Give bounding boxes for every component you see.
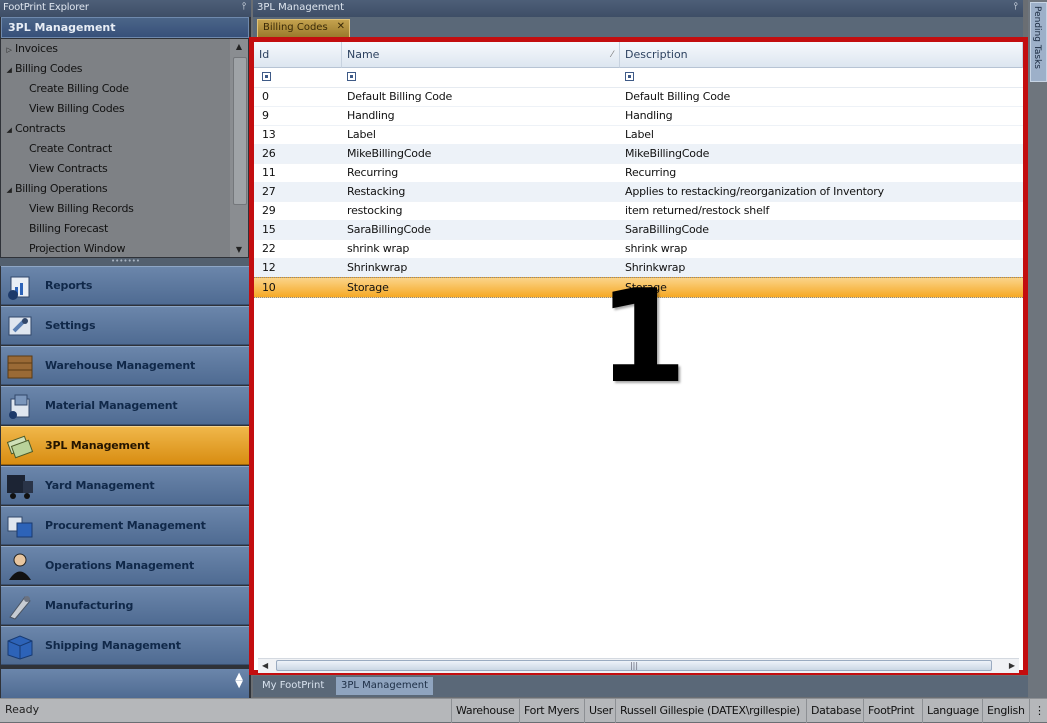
filter-description-icon[interactable]	[625, 72, 634, 81]
tree-item-billing-codes[interactable]: ◢ Billing Codes	[3, 59, 82, 79]
table-row[interactable]: 22 shrink wrap shrink wrap	[254, 239, 1023, 259]
filter-name-icon[interactable]	[347, 72, 356, 81]
column-header-description[interactable]: Description	[620, 42, 1023, 68]
tab-billing-codes[interactable]: Billing Codes ✕	[257, 19, 350, 37]
tab-my-footprint[interactable]: My FootPrint	[257, 677, 329, 695]
table-row[interactable]: 15 SaraBillingCode SaraBillingCode	[254, 220, 1023, 240]
nav-material-management[interactable]: Material Management	[1, 386, 249, 425]
status-language-value: English	[982, 699, 1029, 723]
nav-reports[interactable]: Reports	[1, 266, 249, 305]
document-tabstrip: Billing Codes ✕	[253, 17, 1023, 37]
status-warehouse-value: Fort Myers	[519, 699, 583, 723]
tree-item-view-billing-records[interactable]: View Billing Records	[29, 199, 134, 219]
explorer-title-bar: FootPrint Explorer ⫯	[0, 0, 251, 17]
pending-tasks-strip: Pending Tasks	[1028, 0, 1047, 698]
scroll-up-icon[interactable]: ▲	[230, 42, 248, 51]
collapse-arrow-icon[interactable]: ◢	[3, 180, 15, 200]
procurement-icon	[7, 516, 33, 538]
tree-scrollbar[interactable]: ▲ ▼	[230, 39, 248, 257]
shipping-icon	[7, 635, 33, 660]
section-header: 3PL Management	[1, 17, 249, 38]
tab-3pl-management[interactable]: 3PL Management	[336, 677, 434, 695]
tree-item-create-billing-code[interactable]: Create Billing Code	[29, 79, 129, 99]
tree-scroll-thumb[interactable]	[233, 57, 247, 205]
scroll-right-icon[interactable]: ▶	[1009, 659, 1015, 673]
status-user-label: User	[584, 699, 617, 723]
status-database-value: FootPrint	[863, 699, 918, 723]
panel-splitter[interactable]: •••••••	[0, 258, 251, 266]
explorer-title: FootPrint Explorer	[3, 2, 89, 13]
tree-item-view-contracts[interactable]: View Contracts	[29, 159, 108, 179]
nav-yard-management[interactable]: Yard Management	[1, 466, 249, 505]
tree-item-invoices[interactable]: ▷ Invoices	[3, 39, 58, 59]
3pl-icon	[6, 435, 34, 459]
main-title: 3PL Management	[257, 2, 345, 13]
table-row[interactable]: 27 Restacking Applies to restacking/reorga…	[254, 182, 1023, 202]
settings-icon	[8, 316, 32, 336]
material-icon	[9, 394, 30, 419]
operations-icon	[9, 553, 31, 580]
nav-overflow-bar: ▲ ▼	[1, 669, 249, 698]
pin-icon[interactable]: ⫯	[1014, 1, 1018, 12]
table-row[interactable]: 9 Handling Handling	[254, 106, 1023, 126]
pin-icon[interactable]: ⫯	[242, 1, 246, 12]
status-warehouse-label: Warehouse	[451, 699, 518, 723]
collapse-arrow-icon[interactable]: ◢	[3, 120, 15, 140]
horizontal-scrollbar[interactable]: ◀ ||| ▶	[258, 658, 1019, 673]
warehouse-icon	[7, 355, 33, 379]
table-row[interactable]: 13 Label Label	[254, 125, 1023, 145]
table-row[interactable]: 11 Recurring Recurring	[254, 163, 1023, 183]
resize-grip-icon[interactable]: ⋮	[1029, 699, 1047, 723]
yard-icon	[7, 475, 33, 499]
tree-item-create-contract[interactable]: Create Contract	[29, 139, 112, 159]
table-row[interactable]: 0 Default Billing Code Default Billing Cod…	[254, 87, 1023, 107]
nav-settings[interactable]: Settings	[1, 306, 249, 345]
status-bar: Ready Warehouse Fort Myers User Russell …	[0, 698, 1047, 723]
expand-arrow-icon[interactable]: ▷	[3, 40, 15, 60]
nav-warehouse-management[interactable]: Warehouse Management	[1, 346, 249, 385]
sort-icon: ⁄	[611, 50, 613, 60]
nav-3pl-management[interactable]: 3PL Management	[1, 426, 249, 465]
scroll-left-icon[interactable]: ◀	[262, 659, 268, 673]
tree-item-projection-window[interactable]: Projection Window	[29, 239, 125, 257]
nav-shipping-management[interactable]: Shipping Management	[1, 626, 249, 665]
scroll-down-icon[interactable]: ▼	[230, 245, 248, 254]
close-tab-icon[interactable]: ✕	[337, 21, 345, 32]
tree-item-contracts[interactable]: ◢ Contracts	[3, 119, 65, 139]
status-database-label: Database	[806, 699, 865, 723]
status-user-value: Russell Gillespie (DATEX\rgillespie)	[615, 699, 804, 723]
column-header-id[interactable]: Id	[254, 42, 342, 68]
horizontal-scroll-thumb[interactable]: |||	[276, 660, 992, 671]
pending-tasks-tab[interactable]: Pending Tasks	[1030, 2, 1047, 82]
main-title-bar: 3PL Management ⫯	[253, 0, 1023, 17]
status-language-label: Language	[922, 699, 983, 723]
reports-icon	[8, 276, 30, 300]
table-row[interactable]: 29 restocking item returned/restock shelf	[254, 201, 1023, 221]
nav-procurement-management[interactable]: Procurement Management	[1, 506, 249, 545]
overflow-chevron-icon[interactable]: ▲ ▼	[235, 672, 243, 690]
filter-row	[254, 68, 1023, 88]
table-row[interactable]: 26 MikeBillingCode MikeBillingCode	[254, 144, 1023, 164]
tree-item-billing-forecast[interactable]: Billing Forecast	[29, 219, 108, 239]
bottom-tabstrip: My FootPrint 3PL Management	[253, 676, 1028, 697]
manufacturing-icon	[9, 596, 31, 620]
collapse-arrow-icon[interactable]: ◢	[3, 60, 15, 80]
nav-operations-management[interactable]: Operations Management	[1, 546, 249, 585]
annotation-number: 1	[598, 263, 688, 412]
nav-manufacturing[interactable]: Manufacturing	[1, 586, 249, 625]
explorer-panel: FootPrint Explorer ⫯ 3PL Management ▷ Inv…	[0, 0, 251, 698]
tree-item-billing-operations[interactable]: ◢ Billing Operations	[3, 179, 107, 199]
column-header-name[interactable]: Name ⁄	[342, 42, 620, 68]
tree-item-view-billing-codes[interactable]: View Billing Codes	[29, 99, 125, 119]
status-ready: Ready	[5, 703, 40, 716]
filter-id-icon[interactable]	[262, 72, 271, 81]
explorer-tree: ▷ Invoices ◢ Billing Codes Create Billing …	[1, 39, 230, 257]
